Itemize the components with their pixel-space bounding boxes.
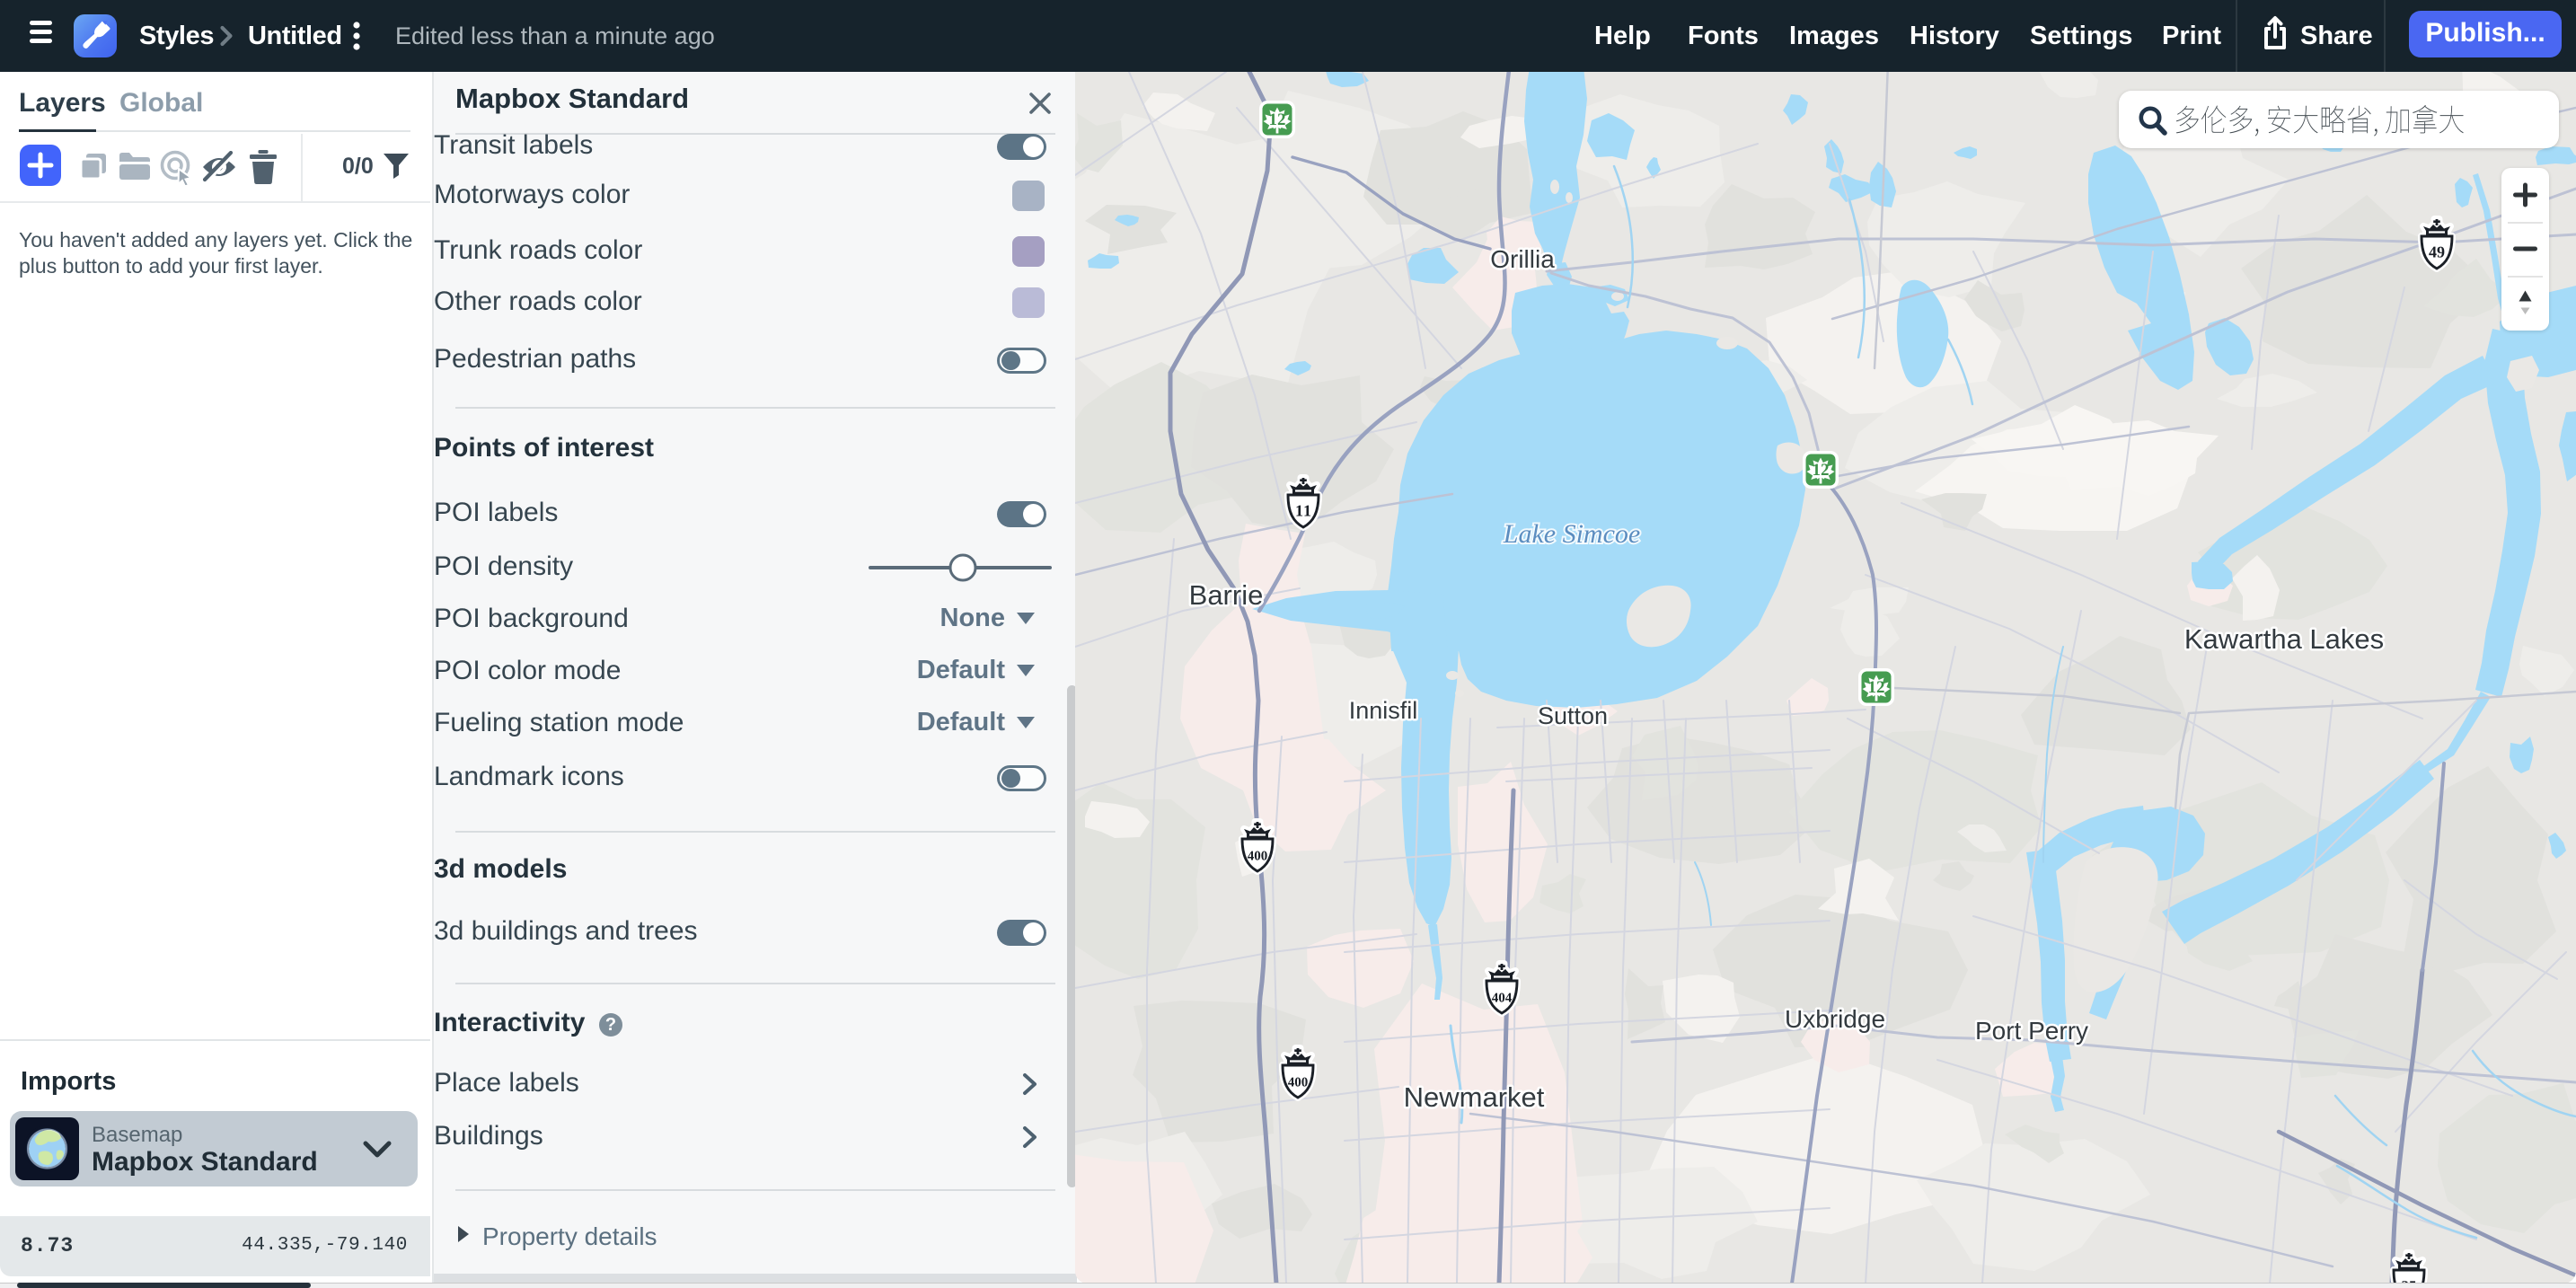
svg-text:Kawartha Lakes: Kawartha Lakes <box>2184 623 2384 655</box>
svg-text:Newmarket: Newmarket <box>1404 1081 1545 1113</box>
svg-text:Lake Simcoe: Lake Simcoe <box>1503 519 1640 549</box>
svg-text:Orillia: Orillia <box>1490 245 1555 273</box>
svg-text:Sutton: Sutton <box>1538 702 1608 729</box>
svg-text:Uxbridge: Uxbridge <box>1785 1005 1885 1033</box>
svg-text:Port Perry: Port Perry <box>1975 1017 2088 1045</box>
svg-text:Innisfil: Innisfil <box>1349 697 1418 724</box>
svg-text:Barrie: Barrie <box>1189 579 1264 611</box>
